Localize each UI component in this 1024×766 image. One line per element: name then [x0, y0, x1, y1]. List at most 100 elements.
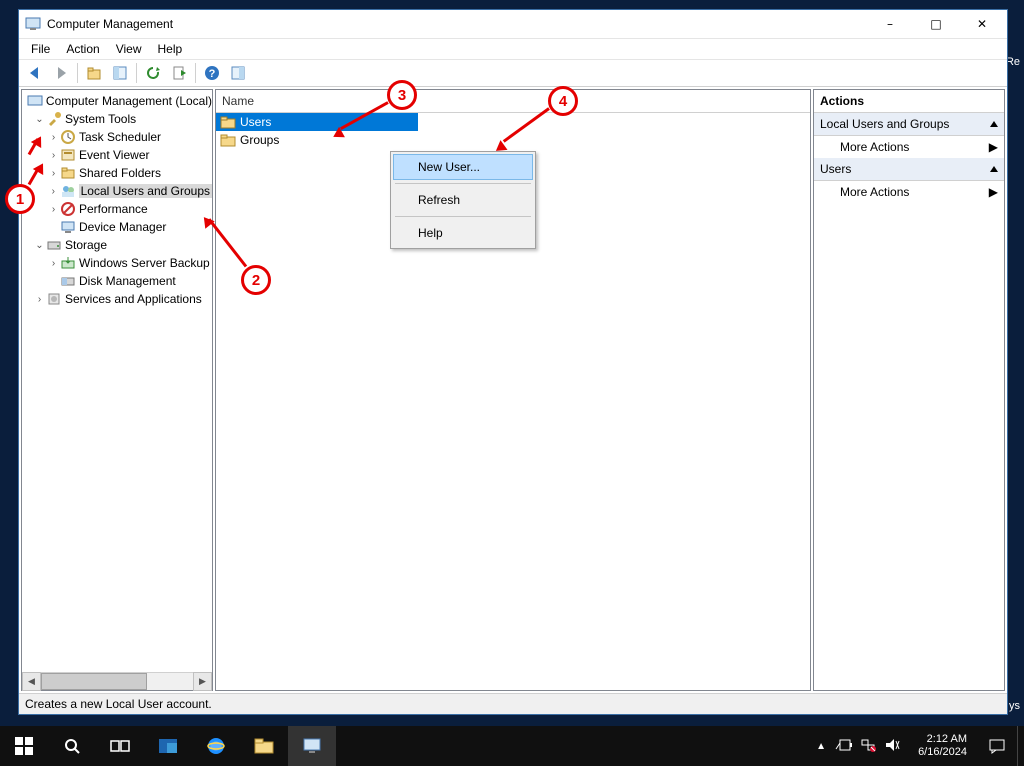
forward-button[interactable] [49, 61, 73, 85]
tree-performance[interactable]: Performance [79, 202, 148, 216]
back-button[interactable] [23, 61, 47, 85]
tree-windows-server-backup[interactable]: Windows Server Backup [79, 256, 210, 270]
list-body[interactable]: Users Groups New User... Refresh Help [216, 113, 810, 690]
export-button[interactable] [167, 61, 191, 85]
menubar: File Action View Help [19, 39, 1007, 60]
taskbar[interactable]: ▲ 2:12 AM 6/16/2024 [0, 726, 1024, 766]
show-hide-tree-button[interactable] [108, 61, 132, 85]
list-item-users[interactable]: Users [216, 113, 418, 131]
search-button[interactable] [48, 726, 96, 766]
chevron-right-icon: ▶ [989, 140, 998, 154]
show-desktop-button[interactable] [1017, 726, 1024, 766]
maximize-button[interactable]: □ [913, 10, 959, 38]
disk-mgmt-icon [60, 273, 76, 289]
tree-shared-folders[interactable]: Shared Folders [79, 166, 161, 180]
folder-icon [220, 132, 236, 148]
refresh-button[interactable] [141, 61, 165, 85]
start-button[interactable] [0, 726, 48, 766]
action-pane-button[interactable] [226, 61, 250, 85]
minimize-button[interactable]: – [867, 10, 913, 38]
expand-icon[interactable]: › [48, 186, 59, 197]
collapse-icon[interactable] [990, 166, 998, 172]
actions-header: Actions [814, 90, 1004, 113]
taskbar-ie[interactable] [192, 726, 240, 766]
taskbar-clock[interactable]: 2:12 AM 6/16/2024 [908, 733, 977, 759]
toolbar: ? [19, 60, 1007, 87]
actions-group-local-users[interactable]: Local Users and Groups [814, 113, 1004, 136]
actions-pane: Actions Local Users and Groups More Acti… [813, 89, 1005, 691]
list-pane: Name Users Groups New User... Refresh [215, 89, 811, 691]
tree-disk-management[interactable]: Disk Management [79, 274, 176, 288]
menu-help[interactable]: Help [150, 42, 191, 56]
actions-more-2[interactable]: More Actions ▶ [814, 181, 1004, 203]
menu-file[interactable]: File [23, 42, 58, 56]
backup-icon [60, 255, 76, 271]
tree-services-applications[interactable]: Services and Applications [65, 292, 202, 306]
status-bar: Creates a new Local User account. [19, 693, 1007, 714]
expand-icon[interactable]: › [48, 258, 59, 269]
actions-more-1[interactable]: More Actions ▶ [814, 136, 1004, 158]
expand-icon[interactable]: › [48, 132, 59, 143]
tree[interactable]: Computer Management (Local) ⌄ System Tool… [22, 90, 212, 672]
close-button[interactable]: ✕ [959, 10, 1005, 38]
context-menu-refresh[interactable]: Refresh [393, 187, 533, 213]
system-tray[interactable]: ▲ [808, 738, 908, 755]
expand-icon[interactable]: ⌄ [34, 114, 45, 125]
expand-icon[interactable]: › [48, 150, 59, 161]
performance-icon [60, 201, 76, 217]
clock-icon [60, 129, 76, 145]
taskbar-explorer[interactable] [240, 726, 288, 766]
help-button[interactable]: ? [200, 61, 224, 85]
app-icon [25, 16, 41, 32]
menu-view[interactable]: View [108, 42, 150, 56]
folder-icon [220, 114, 236, 130]
expand-icon[interactable]: › [48, 168, 59, 179]
tree-system-tools[interactable]: System Tools [65, 112, 136, 126]
window-title: Computer Management [47, 17, 867, 31]
scroll-left-icon[interactable]: ◀ [22, 672, 41, 691]
services-apps-icon [46, 291, 62, 307]
menu-action[interactable]: Action [58, 42, 107, 56]
context-menu-new-user[interactable]: New User... [393, 154, 533, 180]
computer-management-window: Computer Management – □ ✕ File Action Vi… [18, 9, 1008, 715]
context-menu-help[interactable]: Help [393, 220, 533, 246]
up-button[interactable] [82, 61, 106, 85]
tray-volume-icon[interactable] [884, 738, 900, 755]
shared-folders-icon [60, 165, 76, 181]
users-icon [60, 183, 76, 199]
scroll-thumb[interactable] [41, 673, 147, 690]
tools-icon [46, 111, 62, 127]
event-viewer-icon [60, 147, 76, 163]
expand-icon[interactable]: ⌄ [34, 240, 45, 251]
context-menu-separator [395, 183, 531, 184]
expand-icon[interactable]: › [34, 294, 45, 305]
taskbar-compmgmt[interactable] [288, 726, 336, 766]
chevron-right-icon: ▶ [989, 185, 998, 199]
tray-chevron-icon[interactable]: ▲ [816, 741, 826, 752]
actions-group-users[interactable]: Users [814, 158, 1004, 181]
taskbar-app-1[interactable] [144, 726, 192, 766]
list-item-label: Groups [240, 133, 279, 147]
collapse-icon[interactable] [990, 121, 998, 127]
scroll-right-icon[interactable]: ▶ [193, 672, 212, 691]
context-menu-separator [395, 216, 531, 217]
tree-local-users-groups[interactable]: Local Users and Groups [79, 184, 212, 198]
titlebar[interactable]: Computer Management – □ ✕ [19, 10, 1007, 39]
tree-storage[interactable]: Storage [65, 238, 107, 252]
expand-icon[interactable]: › [48, 204, 59, 215]
storage-icon [46, 237, 62, 253]
tree-root[interactable]: Computer Management (Local) [46, 94, 212, 108]
tree-pane: Computer Management (Local) ⌄ System Tool… [21, 89, 213, 691]
task-view-button[interactable] [96, 726, 144, 766]
device-manager-icon [60, 219, 76, 235]
list-item-label: Users [240, 115, 271, 129]
tray-battery-icon[interactable] [834, 739, 852, 754]
tree-task-scheduler[interactable]: Task Scheduler [79, 130, 161, 144]
computer-icon [27, 93, 43, 109]
tree-scrollbar[interactable]: ◀ ▶ [22, 672, 212, 690]
tray-network-icon[interactable] [860, 738, 876, 755]
tree-event-viewer[interactable]: Event Viewer [79, 148, 149, 162]
tree-device-manager[interactable]: Device Manager [79, 220, 166, 234]
list-header-name[interactable]: Name [216, 90, 810, 113]
notifications-button[interactable] [977, 726, 1017, 766]
